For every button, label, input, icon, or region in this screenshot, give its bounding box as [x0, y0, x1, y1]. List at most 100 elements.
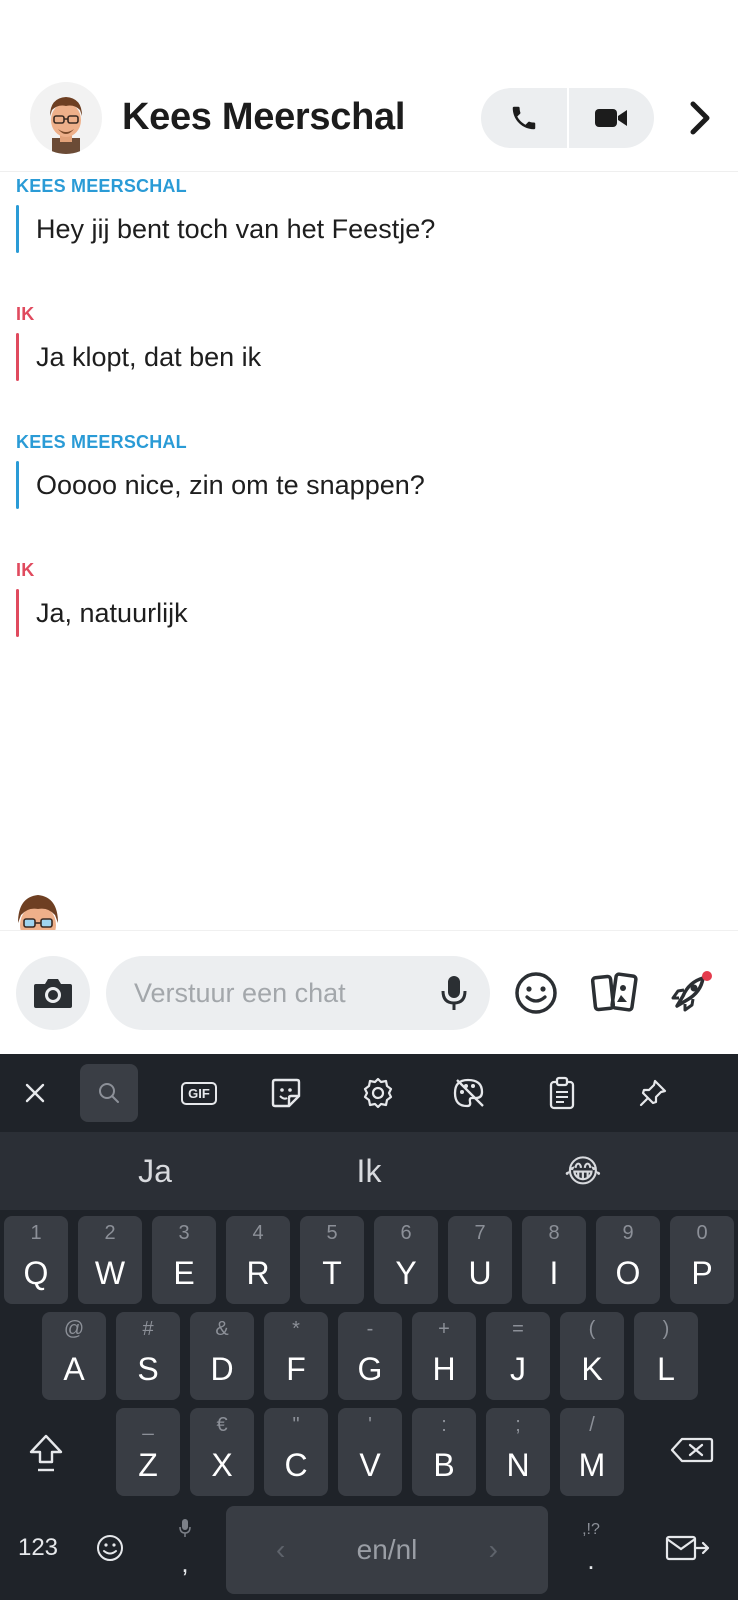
rocket-icon — [671, 971, 712, 1012]
key-v[interactable]: ' V — [338, 1408, 402, 1496]
message-item[interactable]: IK Ja klopt, dat ben ik — [16, 304, 716, 381]
keyboard-close-button[interactable] — [6, 1064, 64, 1122]
emoji-key[interactable] — [80, 1504, 140, 1592]
key-label: M — [578, 1447, 606, 1483]
key-x[interactable]: € X — [190, 1408, 254, 1496]
key-label: P — [691, 1255, 713, 1291]
microphone-button[interactable] — [440, 974, 468, 1012]
key-alt: ( — [588, 1318, 596, 1340]
key-o[interactable]: 9O — [596, 1216, 660, 1304]
backspace-key[interactable] — [650, 1408, 734, 1496]
key-alt: 6 — [400, 1222, 412, 1244]
key-label: D — [210, 1351, 234, 1387]
cards-icon — [590, 972, 638, 1012]
key-alt: = — [512, 1318, 524, 1340]
key-label: I — [549, 1255, 559, 1291]
contact-name[interactable]: Kees Meerschal — [122, 96, 405, 139]
key-w[interactable]: 2W — [78, 1216, 142, 1304]
memories-button[interactable] — [588, 965, 640, 1021]
key-n[interactable]: ; N — [486, 1408, 550, 1496]
chat-input[interactable] — [134, 956, 434, 1030]
key-alt: 5 — [326, 1222, 338, 1244]
keyboard-search-button[interactable] — [80, 1064, 138, 1122]
chevron-right-button[interactable] — [680, 95, 720, 141]
key-alt: @ — [63, 1318, 85, 1340]
sticker-button[interactable] — [257, 1064, 315, 1122]
key-alt: ) — [662, 1318, 670, 1340]
key-alt: 9 — [622, 1222, 634, 1244]
key-r[interactable]: 4R — [226, 1216, 290, 1304]
numbers-key[interactable]: 123 — [4, 1504, 72, 1592]
theme-button[interactable] — [440, 1064, 498, 1122]
send-key[interactable] — [646, 1504, 730, 1592]
key-b[interactable]: :B — [412, 1408, 476, 1496]
call-actions — [481, 88, 654, 148]
key-label: H — [432, 1351, 456, 1387]
key-a[interactable]: @ A — [42, 1312, 106, 1400]
bitmoji-peek-icon — [18, 895, 58, 930]
key-c[interactable]: " C — [264, 1408, 328, 1496]
sender-bar — [16, 333, 19, 381]
message-item[interactable]: KEES MEERSCHAL Hey jij bent toch van het… — [16, 176, 716, 253]
video-call-button[interactable] — [569, 88, 655, 148]
chevron-right-icon — [690, 101, 710, 135]
key-alt: # — [142, 1318, 154, 1340]
key-q[interactable]: 1Q — [4, 1216, 68, 1304]
message-item[interactable]: KEES MEERSCHAL Ooooo nice, zin om te sna… — [16, 432, 716, 509]
key-label: F — [286, 1351, 306, 1387]
key-label: V — [359, 1447, 381, 1483]
camera-button[interactable] — [16, 956, 90, 1030]
key-h[interactable]: + H — [412, 1312, 476, 1400]
search-icon — [99, 1083, 119, 1103]
key-p[interactable]: 0P — [670, 1216, 734, 1304]
key-l[interactable]: ) L — [634, 1312, 698, 1400]
send-mail-icon — [665, 1535, 710, 1561]
suggestion-item[interactable]: Ik — [274, 1132, 464, 1210]
sender-label: IK — [16, 304, 35, 324]
gif-button[interactable]: GIF — [170, 1064, 228, 1122]
period-alt-label: ,!? — [582, 1520, 600, 1538]
games-button[interactable] — [664, 965, 716, 1021]
pin-button[interactable] — [624, 1064, 682, 1122]
clipboard-button[interactable] — [533, 1064, 591, 1122]
backspace-icon — [670, 1437, 714, 1463]
sticker-icon — [271, 1078, 301, 1108]
sender-label: KEES MEERSCHAL — [16, 432, 187, 452]
key-j[interactable]: = J — [486, 1312, 550, 1400]
sender-label: KEES MEERSCHAL — [16, 176, 187, 196]
key-u[interactable]: 7U — [448, 1216, 512, 1304]
space-bar[interactable]: ‹ en/nl › — [226, 1506, 548, 1594]
key-alt: / — [589, 1414, 595, 1436]
suggestion-strip: Ja Ik 😂 — [0, 1132, 738, 1210]
key-k[interactable]: (K — [560, 1312, 624, 1400]
sender-bar — [16, 589, 19, 637]
key-s[interactable]: # S — [116, 1312, 180, 1400]
key-label: B — [433, 1447, 455, 1483]
key-y[interactable]: 6Y — [374, 1216, 438, 1304]
contact-avatar[interactable] — [30, 82, 102, 154]
key-alt: - — [366, 1318, 374, 1340]
keyboard-settings-button[interactable] — [349, 1064, 407, 1122]
suggestion-item[interactable]: 😂 — [488, 1132, 678, 1210]
key-i[interactable]: 8I — [522, 1216, 586, 1304]
key-label: S — [137, 1351, 159, 1387]
key-f[interactable]: * F — [264, 1312, 328, 1400]
voice-call-button[interactable] — [481, 88, 567, 148]
chat-input-container — [106, 956, 490, 1030]
shift-key[interactable] — [4, 1408, 88, 1496]
key-alt: 8 — [548, 1222, 560, 1244]
emoji-button[interactable] — [510, 965, 562, 1021]
key-alt: & — [215, 1318, 229, 1340]
message-item[interactable]: IK Ja, natuurlijk — [16, 560, 716, 637]
key-z[interactable]: _ Z — [116, 1408, 180, 1496]
key-e[interactable]: 3E — [152, 1216, 216, 1304]
key-m[interactable]: / M — [560, 1408, 624, 1496]
key-alt: " — [292, 1414, 300, 1436]
key-d[interactable]: & D — [190, 1312, 254, 1400]
key-t[interactable]: 5T — [300, 1216, 364, 1304]
clipboard-icon — [549, 1076, 575, 1110]
key-g[interactable]: -G — [338, 1312, 402, 1400]
comma-key[interactable]: , — [150, 1504, 220, 1592]
suggestion-item[interactable]: Ja — [60, 1132, 250, 1210]
period-key[interactable]: ,!? . — [556, 1504, 626, 1592]
